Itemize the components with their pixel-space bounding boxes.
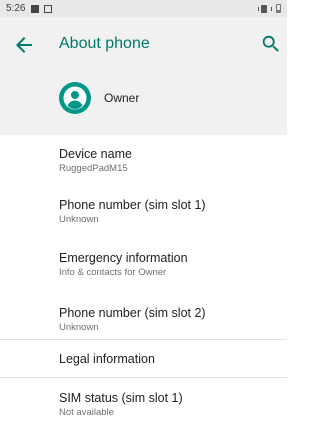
item-title: Emergency information <box>59 251 188 265</box>
settings-header: About phone Owner <box>0 17 287 135</box>
item-title: Phone number (sim slot 1) <box>59 198 206 212</box>
notification-icon <box>31 4 40 13</box>
item-subtitle: RuggedPadM15 <box>59 163 128 174</box>
search-button[interactable] <box>260 33 282 55</box>
legal-information-item[interactable]: Legal information <box>0 340 287 377</box>
owner-name: Owner <box>104 91 140 105</box>
page-title: About phone <box>59 35 150 52</box>
settings-list: Device name RuggedPadM15 Phone number (s… <box>0 135 287 425</box>
sim-status-sim1-item[interactable]: SIM status (sim slot 1) Not available <box>0 378 287 425</box>
device-name-item[interactable]: Device name RuggedPadM15 <box>0 135 287 181</box>
item-title: SIM status (sim slot 1) <box>59 391 183 405</box>
toolbar: About phone <box>0 17 287 73</box>
item-title: Legal information <box>59 352 155 366</box>
item-subtitle: Info & contacts for Owner <box>59 267 167 278</box>
notification-icon <box>44 4 53 13</box>
account-circle-icon <box>59 82 91 114</box>
arrow-back-icon <box>16 37 32 53</box>
phone-number-sim2-item[interactable]: Phone number (sim slot 2) Unknown <box>0 286 287 339</box>
search-icon <box>262 35 279 52</box>
item-subtitle: Unknown <box>59 214 99 225</box>
item-subtitle: Not available <box>59 407 114 418</box>
vibrate-icon <box>258 4 272 13</box>
battery-icon <box>276 4 281 13</box>
phone-number-sim1-item[interactable]: Phone number (sim slot 1) Unknown <box>0 181 287 233</box>
status-bar: 5:26 <box>0 0 287 17</box>
owner-profile[interactable]: Owner <box>0 79 287 119</box>
item-title: Phone number (sim slot 2) <box>59 306 206 320</box>
item-title: Device name <box>59 147 132 161</box>
item-subtitle: Unknown <box>59 322 99 333</box>
emergency-information-item[interactable]: Emergency information Info & contacts fo… <box>0 233 287 286</box>
status-time: 5:26 <box>6 3 26 14</box>
back-button[interactable] <box>12 33 36 57</box>
